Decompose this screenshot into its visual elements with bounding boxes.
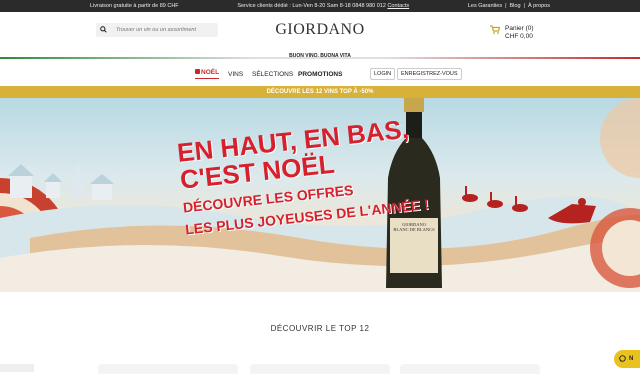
top-links: Les Garanties | Blog | À propos (468, 3, 550, 9)
section-title: DÉCOUVRIR LE TOP 12 (270, 324, 370, 333)
gift-icon (195, 69, 200, 74)
cart-label: Panier (0) (505, 25, 534, 32)
main-nav: NOËL VINS SÉLECTIONS PROMOTIONS LOGIN EN… (0, 63, 640, 85)
promo-banner[interactable]: DÉCOUVRE LES 12 VINS TOP À -50% (0, 86, 640, 98)
corner-badge (0, 364, 34, 372)
chat-icon (619, 354, 626, 364)
blog-link[interactable]: Blog (510, 3, 521, 9)
nav-item-noel[interactable]: NOËL (195, 69, 220, 79)
site-header: GIORDANO BUON VINO, BUONA VITA Panier (0… (0, 12, 640, 59)
separator: | (505, 3, 507, 9)
product-card[interactable] (250, 364, 390, 374)
chat-label: N (629, 356, 634, 362)
search-icon[interactable] (100, 25, 110, 35)
bottle-label: GIORDANO BLANC DE BLANCS (393, 222, 435, 232)
cart-button[interactable]: Panier (0) CHF 0,00 (490, 25, 534, 40)
hero-banner[interactable]: EN HAUT, EN BAS, C'EST NOËL DÉCOUVRE LES… (0, 98, 640, 292)
nav-item-vins[interactable]: VINS (228, 71, 243, 78)
product-card[interactable] (400, 364, 540, 374)
separator: | (523, 3, 525, 9)
top-info-bar: Livraison gratuite à partir de 89 CHF Se… (0, 0, 640, 12)
product-card[interactable] (98, 364, 238, 374)
register-button[interactable]: ENREGISTREZ-VOUS (397, 68, 462, 80)
search-box[interactable] (96, 23, 218, 37)
about-link[interactable]: À propos (528, 3, 550, 9)
login-button[interactable]: LOGIN (370, 68, 396, 80)
nav-item-promotions[interactable]: PROMOTIONS (298, 71, 342, 78)
customer-service-text: Service clients dédié : Lun-Ven 8-20 Sam… (237, 3, 410, 9)
guarantees-link[interactable]: Les Garanties (468, 3, 502, 9)
site-logo[interactable]: GIORDANO (270, 21, 370, 39)
cart-total: CHF 0,00 (505, 33, 533, 40)
search-input[interactable] (116, 27, 216, 33)
chat-widget[interactable]: N (614, 350, 640, 368)
nav-item-selections[interactable]: SÉLECTIONS (252, 71, 293, 78)
tricolor-divider (0, 57, 640, 59)
product-cards-row (0, 360, 640, 374)
free-shipping-text: Livraison gratuite à partir de 89 CHF (90, 3, 179, 9)
cart-icon (490, 25, 501, 40)
contacts-link[interactable]: Contacts (387, 3, 409, 9)
